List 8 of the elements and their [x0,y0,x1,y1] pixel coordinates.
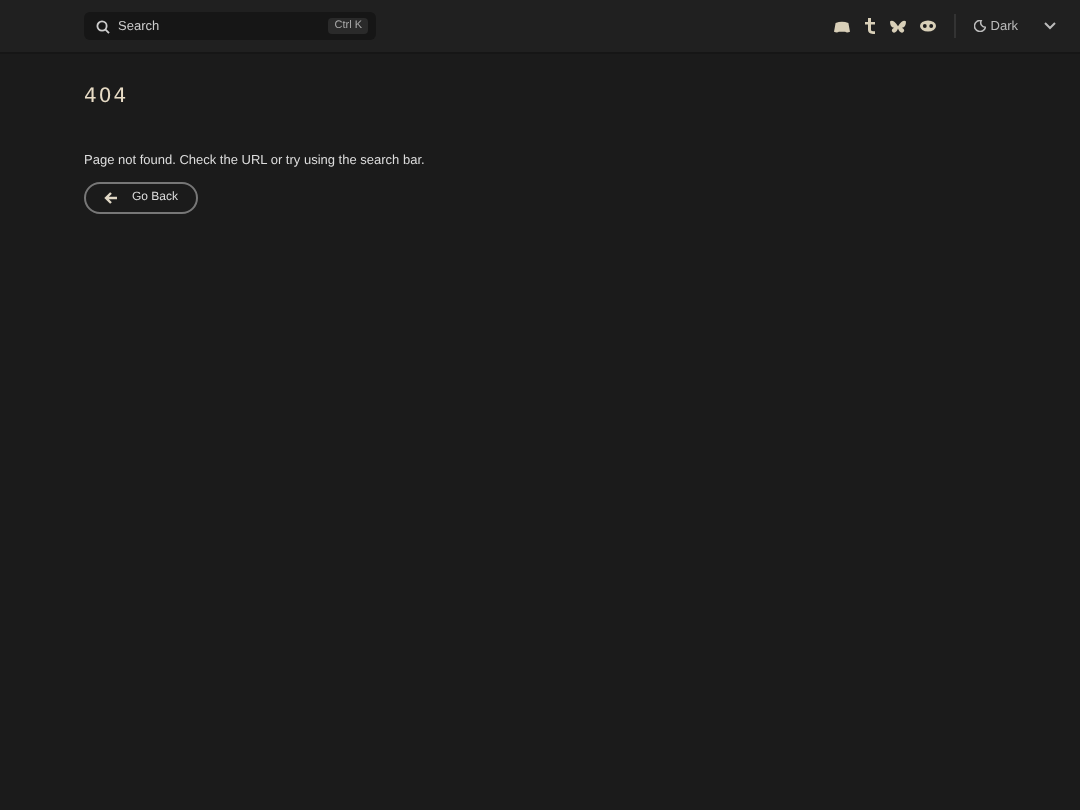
chevron-down-icon[interactable] [1044,22,1056,30]
error-code: 404 [84,86,131,108]
butterfly-icon[interactable] [890,19,907,33]
moon-icon [974,20,987,32]
arrow-left-icon [104,192,118,204]
mask-icon[interactable] [920,20,937,32]
letter-t-icon[interactable] [864,18,877,34]
search-icon [96,19,110,33]
